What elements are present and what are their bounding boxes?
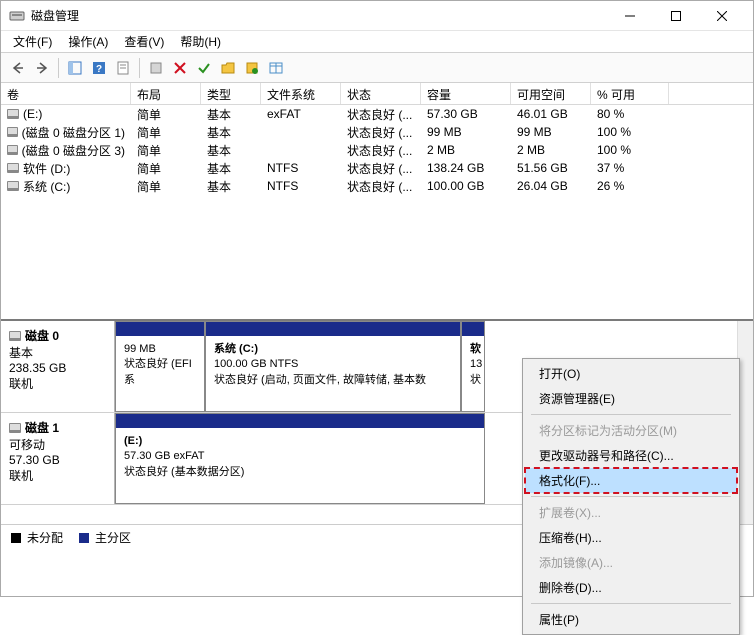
legend-unallocated-swatch (11, 533, 21, 543)
view-button[interactable] (64, 57, 86, 79)
volume-row[interactable]: (磁盘 0 磁盘分区 1)简单基本状态良好 (...99 MB99 MB100 … (1, 123, 753, 141)
svg-text:?: ? (96, 64, 102, 75)
volume-icon (7, 181, 19, 191)
properties-button[interactable] (112, 57, 134, 79)
app-icon (9, 8, 25, 24)
legend-unallocated: 未分配 (27, 529, 63, 546)
help-button[interactable]: ? (88, 57, 110, 79)
maximize-button[interactable] (653, 2, 699, 30)
volume-row[interactable]: (磁盘 0 磁盘分区 3)简单基本状态良好 (...2 MB2 MB100 % (1, 141, 753, 159)
partition-block[interactable]: 软13状 (461, 321, 485, 412)
volume-row[interactable]: (E:)简单基本exFAT状态良好 (...57.30 GB46.01 GB80… (1, 105, 753, 123)
check-button[interactable] (193, 57, 215, 79)
volume-icon (7, 109, 19, 119)
ctx-explorer[interactable]: 资源管理器(E) (525, 386, 737, 411)
ctx-properties[interactable]: 属性(P) (525, 607, 737, 632)
volume-icon (7, 127, 18, 137)
disk-label: 磁盘 0 (9, 327, 106, 344)
refresh-button[interactable] (145, 57, 167, 79)
col-status[interactable]: 状态 (341, 83, 421, 104)
col-volume[interactable]: 卷 (1, 83, 131, 104)
disk-label: 磁盘 1 (9, 419, 106, 436)
menu-help[interactable]: 帮助(H) (172, 31, 229, 52)
delete-button[interactable] (169, 57, 191, 79)
disk-type: 可移动 (9, 436, 106, 453)
col-free[interactable]: 可用空间 (511, 83, 591, 104)
context-menu: 打开(O) 资源管理器(E) 将分区标记为活动分区(M) 更改驱动器号和路径(C… (522, 358, 740, 635)
legend-primary: 主分区 (95, 529, 131, 546)
ctx-mark-active: 将分区标记为活动分区(M) (525, 418, 737, 443)
partition-block[interactable]: (E:)57.30 GB exFAT状态良好 (基本数据分区) (115, 413, 485, 504)
forward-button[interactable] (31, 57, 53, 79)
back-button[interactable] (7, 57, 29, 79)
minimize-button[interactable] (607, 2, 653, 30)
ctx-change-letter[interactable]: 更改驱动器号和路径(C)... (525, 443, 737, 468)
col-layout[interactable]: 布局 (131, 83, 201, 104)
legend-primary-swatch (79, 533, 89, 543)
folder-button[interactable] (217, 57, 239, 79)
window-title: 磁盘管理 (31, 7, 607, 24)
volume-icon (7, 145, 18, 155)
disk-state: 联机 (9, 375, 106, 392)
toolbar: ? (1, 53, 753, 83)
action-button[interactable] (241, 57, 263, 79)
ctx-extend: 扩展卷(X)... (525, 500, 737, 525)
partition-block[interactable]: 99 MB状态良好 (EFI 系 (115, 321, 205, 412)
col-type[interactable]: 类型 (201, 83, 261, 104)
volume-row[interactable]: 系统 (C:)简单基本NTFS状态良好 (...100.00 GB26.04 G… (1, 177, 753, 195)
disk-state: 联机 (9, 467, 106, 484)
col-capacity[interactable]: 容量 (421, 83, 511, 104)
ctx-delete[interactable]: 删除卷(D)... (525, 575, 737, 600)
close-button[interactable] (699, 2, 745, 30)
ctx-open[interactable]: 打开(O) (525, 361, 737, 386)
ctx-add-mirror: 添加镜像(A)... (525, 550, 737, 575)
disk-type: 基本 (9, 344, 106, 361)
col-pctfree[interactable]: % 可用 (591, 83, 669, 104)
ctx-shrink[interactable]: 压缩卷(H)... (525, 525, 737, 550)
volume-list: 卷 布局 类型 文件系统 状态 容量 可用空间 % 可用 (E:)简单基本exF… (1, 83, 753, 319)
volume-row[interactable]: 软件 (D:)简单基本NTFS状态良好 (...138.24 GB51.56 G… (1, 159, 753, 177)
volume-icon (7, 163, 19, 173)
menu-action[interactable]: 操作(A) (60, 31, 116, 52)
partition-block[interactable]: 系统 (C:)100.00 GB NTFS状态良好 (启动, 页面文件, 故障转… (205, 321, 461, 412)
menu-file[interactable]: 文件(F) (5, 31, 60, 52)
ctx-format[interactable]: 格式化(F)... (525, 468, 737, 493)
disk-size: 238.35 GB (9, 361, 106, 375)
col-filesystem[interactable]: 文件系统 (261, 83, 341, 104)
list-button[interactable] (265, 57, 287, 79)
menu-view[interactable]: 查看(V) (116, 31, 172, 52)
disk-size: 57.30 GB (9, 453, 106, 467)
